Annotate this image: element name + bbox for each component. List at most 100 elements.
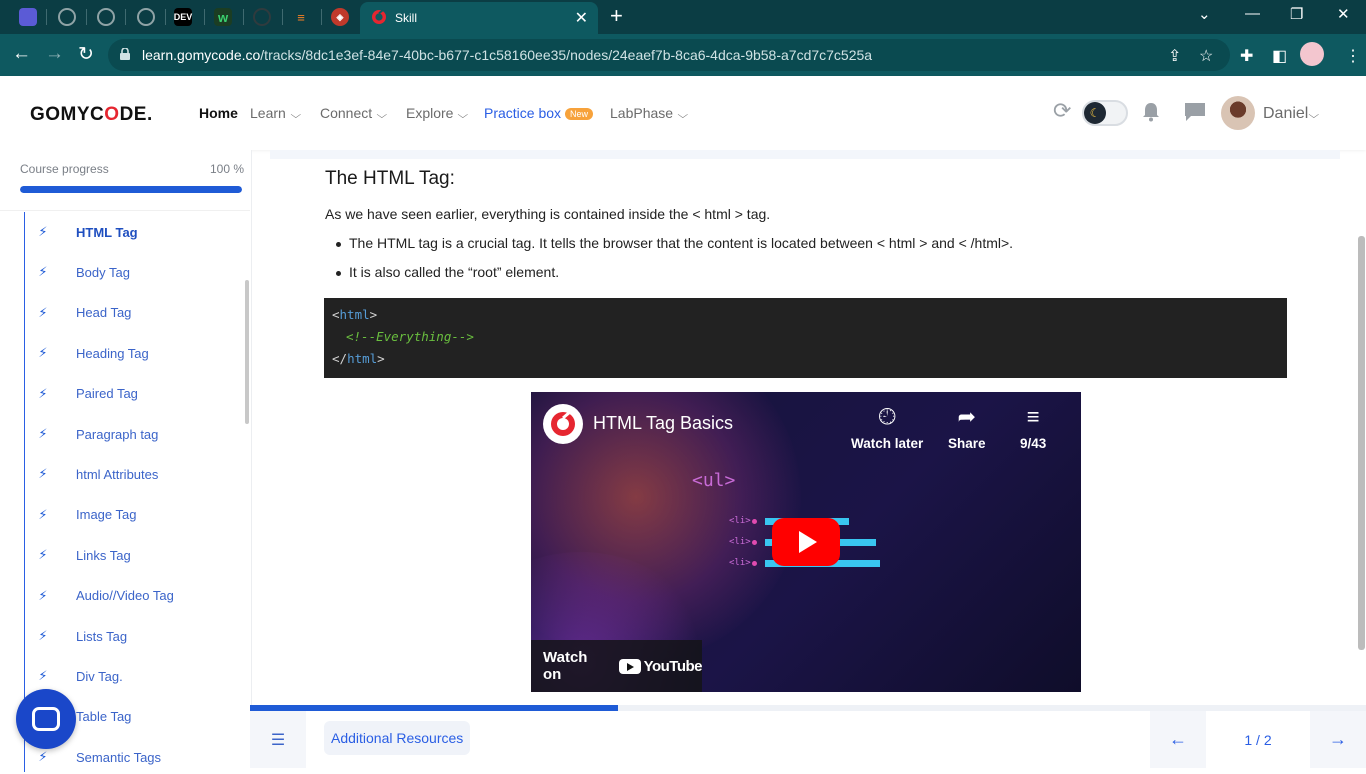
- video-title[interactable]: HTML Tag Basics: [593, 413, 733, 434]
- lightning-icon: ⚡︎: [38, 224, 48, 239]
- share-page-icon[interactable]: ⇪: [1168, 46, 1181, 66]
- nav-home[interactable]: Home: [199, 105, 238, 121]
- arrow-right-icon: →: [1329, 729, 1347, 749]
- nav-explore-label: Explore: [406, 105, 454, 121]
- globe-icon[interactable]: [58, 8, 76, 26]
- hexagon-icon[interactable]: ◈: [331, 8, 349, 26]
- sidebar-lesson-label: Head Tag: [76, 305, 132, 321]
- sidebar-lesson-item[interactable]: ⚡︎ Body Tag: [24, 255, 234, 289]
- sidebar-lesson-item[interactable]: ⚡︎ Heading Tag: [24, 336, 234, 370]
- minimize-button[interactable]: —: [1245, 5, 1260, 22]
- support-chat-button[interactable]: [16, 689, 76, 749]
- w-icon[interactable]: w: [214, 8, 232, 26]
- code-line: </html>: [332, 350, 1279, 372]
- logo-text-start: GOMYC: [30, 104, 105, 125]
- globe-icon[interactable]: [137, 8, 155, 26]
- previous-page-button[interactable]: ←: [1150, 711, 1206, 768]
- code-comment: <!--Everything-->: [346, 329, 474, 344]
- video-embed[interactable]: HTML Tag Basics 🕘︎ Watch later ➦ Share ≡…: [531, 392, 1081, 692]
- sidebar-lesson-item[interactable]: ⚡︎ Lists Tag: [24, 619, 234, 653]
- next-page-button[interactable]: →: [1310, 711, 1366, 768]
- lightning-icon: ⚡︎: [38, 466, 48, 482]
- nav-connect[interactable]: Connect ⌵: [320, 105, 387, 121]
- gomycode-logo-icon: [551, 411, 575, 436]
- watch-later-button[interactable]: 🕘︎ Watch later: [851, 404, 923, 451]
- sync-icon[interactable]: ⟳: [1053, 98, 1071, 124]
- active-tab[interactable]: Skill ✕: [360, 2, 598, 34]
- sidebar-lesson-label: HTML Tag: [76, 224, 138, 240]
- code-punct: <: [332, 307, 340, 322]
- new-badge: New: [565, 108, 594, 120]
- close-window-button[interactable]: ✕: [1337, 5, 1350, 23]
- page-indicator: 1 / 2: [1244, 731, 1272, 748]
- lesson-content: The HTML Tag: As we have seen earlier, e…: [252, 150, 1366, 705]
- github-icon[interactable]: [253, 8, 271, 26]
- chat-bubble-icon: [32, 707, 60, 731]
- nav-home-label: Home: [199, 105, 238, 121]
- dev-icon[interactable]: DEV: [174, 8, 192, 26]
- outline-button[interactable]: ☰: [250, 711, 306, 768]
- avatar[interactable]: [1221, 96, 1255, 130]
- sidebar-lesson-item[interactable]: ⚡︎ Paired Tag: [24, 377, 234, 411]
- nav-connect-label: Connect: [320, 105, 373, 121]
- code-punct: >: [369, 307, 378, 322]
- back-button[interactable]: ←: [12, 43, 31, 65]
- side-panel-icon[interactable]: ◧: [1272, 46, 1287, 66]
- sidebar-lesson-item[interactable]: ⚡︎ html Attributes: [24, 457, 234, 491]
- additional-resources-button[interactable]: Additional Resources: [324, 721, 471, 755]
- tab-divider: [243, 9, 244, 25]
- bell-icon[interactable]: [1142, 102, 1160, 122]
- url-field[interactable]: learn.gomycode.co/tracks/8dc1e3ef-84e7-4…: [108, 39, 1230, 71]
- nav-explore[interactable]: Explore ⌵: [406, 105, 469, 121]
- tab-search-icon[interactable]: ⌄: [1198, 5, 1211, 23]
- sidebar-lesson-item[interactable]: ⚡︎ Paragraph tag: [24, 417, 234, 451]
- app-icon[interactable]: [19, 8, 37, 26]
- watch-on-youtube-button[interactable]: Watch on YouTube: [531, 640, 703, 692]
- tab-divider: [204, 9, 205, 25]
- dark-mode-toggle[interactable]: ☾: [1082, 100, 1128, 126]
- nav-practice-box[interactable]: Practice box New: [484, 105, 594, 121]
- chrome-menu-icon[interactable]: ⋮: [1345, 46, 1361, 66]
- sidebar-lesson-label: Paired Tag: [76, 386, 138, 402]
- forward-button[interactable]: →: [45, 43, 64, 65]
- code-line: <html>: [332, 306, 1279, 328]
- profile-avatar[interactable]: [1300, 42, 1324, 66]
- playlist-button[interactable]: ≡ 9/43: [1020, 404, 1046, 451]
- sidebar-lesson-item[interactable]: ⚡︎ Audio//Video Tag: [24, 579, 234, 613]
- bookmark-star-icon[interactable]: ☆: [1199, 46, 1213, 66]
- new-tab-button[interactable]: +: [610, 3, 623, 29]
- sidebar-lesson-item[interactable]: ⚡︎ Head Tag: [24, 296, 234, 330]
- lightning-icon: ⚡︎: [38, 628, 48, 643]
- code-tag-name: html: [339, 307, 370, 322]
- code-punct: </: [332, 351, 348, 366]
- extensions-icon[interactable]: ✚: [1240, 46, 1253, 66]
- sidebar-lesson-item[interactable]: ⚡︎ Image Tag: [24, 498, 234, 532]
- page-scrollbar[interactable]: [1358, 236, 1365, 650]
- user-name: Daniel: [1263, 105, 1309, 122]
- gomycode-logo[interactable]: GOMYCODE.: [30, 104, 153, 126]
- play-button[interactable]: [772, 518, 840, 566]
- course-progress-fill: [20, 186, 242, 193]
- sidebar-lesson-item[interactable]: ⚡︎ Links Tag: [24, 538, 234, 572]
- reload-button[interactable]: ↻: [78, 43, 94, 66]
- url-path: /tracks/8dc1e3ef-84e7-40bc-b677-c1c58160…: [260, 47, 873, 63]
- restore-button[interactable]: ❐: [1290, 5, 1303, 23]
- user-menu[interactable]: Daniel⌵: [1263, 105, 1319, 123]
- sidebar-lesson-label: html Attributes: [76, 466, 159, 482]
- close-tab-icon[interactable]: ✕: [575, 8, 588, 28]
- nav-learn[interactable]: Learn ⌵: [250, 105, 301, 121]
- share-button[interactable]: ➦ Share: [948, 404, 986, 451]
- globe-icon[interactable]: [97, 8, 115, 26]
- sidebar-lesson-item[interactable]: ⚡︎ Div Tag.: [24, 659, 234, 693]
- stackoverflow-icon[interactable]: ≡: [292, 8, 310, 26]
- channel-logo[interactable]: [543, 404, 583, 444]
- chat-icon[interactable]: [1184, 102, 1206, 122]
- sidebar-scrollbar[interactable]: [245, 280, 249, 424]
- sidebar-lesson-item[interactable]: ⚡︎ HTML Tag: [24, 215, 234, 249]
- youtube-logo: YouTube: [618, 658, 703, 675]
- tab-divider: [46, 9, 47, 25]
- nav-labphase[interactable]: LabPhase ⌵: [610, 105, 688, 121]
- code-punct: >: [377, 351, 385, 366]
- sidebar-divider: [0, 210, 250, 211]
- playlist-icon: ≡: [1026, 404, 1040, 429]
